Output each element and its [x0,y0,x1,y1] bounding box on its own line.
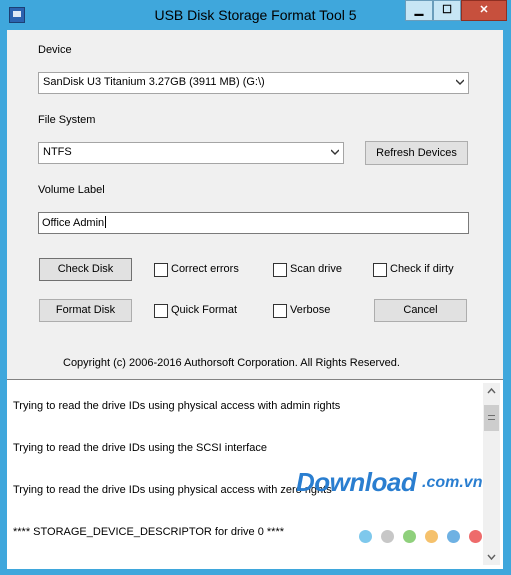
close-button[interactable]: ✕ [461,0,507,21]
minimize-button[interactable]: ▁ [405,0,433,21]
scroll-down-arrow-icon[interactable] [483,548,500,565]
format-disk-button[interactable]: Format Disk [39,299,132,322]
copyright-text: Copyright (c) 2006-2016 Authorsoft Corpo… [63,357,400,369]
watermark-brand: Download [296,467,417,497]
file-system-selected-value: NTFS [43,146,72,158]
text-caret [105,216,107,228]
title-bar[interactable]: USB Disk Storage Format Tool 5 ▁ ☐ ✕ [0,0,511,30]
quick-format-label: Quick Format [171,304,238,316]
watermark-dot [469,530,482,543]
checkbox-box[interactable] [273,263,287,277]
watermark-suffix: .com.vn [422,474,483,491]
device-selected-value: SanDisk U3 Titanium 3.27GB (3911 MB) (G:… [43,76,265,88]
volume-label-value: Office Admin [42,217,105,229]
verbose-label: Verbose [290,304,331,316]
scrollbar-thumb[interactable] [484,405,499,431]
refresh-devices-button[interactable]: Refresh Devices [365,141,468,165]
correct-errors-label: Correct errors [171,263,239,275]
file-system-dropdown[interactable]: NTFS [38,142,344,164]
watermark-dot [425,530,438,543]
volume-label-caption: Volume Label [38,184,105,196]
watermark-dot [403,530,416,543]
check-if-dirty-label: Check if dirty [390,263,454,275]
device-label: Device [38,44,72,56]
maximize-button[interactable]: ☐ [433,0,461,21]
volume-label-input[interactable]: Office Admin [38,212,469,234]
checkbox-box[interactable] [154,304,168,318]
chevron-down-icon [456,79,464,85]
watermark-dot [381,530,394,543]
chevron-down-icon [331,149,339,155]
log-line: **** STORAGE_DEVICE_DESCRIPTOR for drive… [13,526,285,538]
file-system-label: File System [38,114,96,126]
watermark-dot [447,530,460,543]
log-line: Trying to read the drive IDs using physi… [13,484,332,496]
cancel-button[interactable]: Cancel [374,299,467,322]
check-disk-button[interactable]: Check Disk [39,258,132,281]
checkbox-box[interactable] [154,263,168,277]
checkbox-box[interactable] [373,263,387,277]
device-dropdown[interactable]: SanDisk U3 Titanium 3.27GB (3911 MB) (G:… [38,72,469,94]
checkbox-box[interactable] [273,304,287,318]
scroll-up-arrow-icon[interactable] [483,383,500,400]
scan-drive-label: Scan drive [290,263,342,275]
log-line: Trying to read the drive IDs using the S… [13,442,267,454]
vertical-scrollbar[interactable] [483,383,500,565]
log-line: Trying to read the drive IDs using physi… [13,400,341,412]
watermark-dot [359,530,372,543]
